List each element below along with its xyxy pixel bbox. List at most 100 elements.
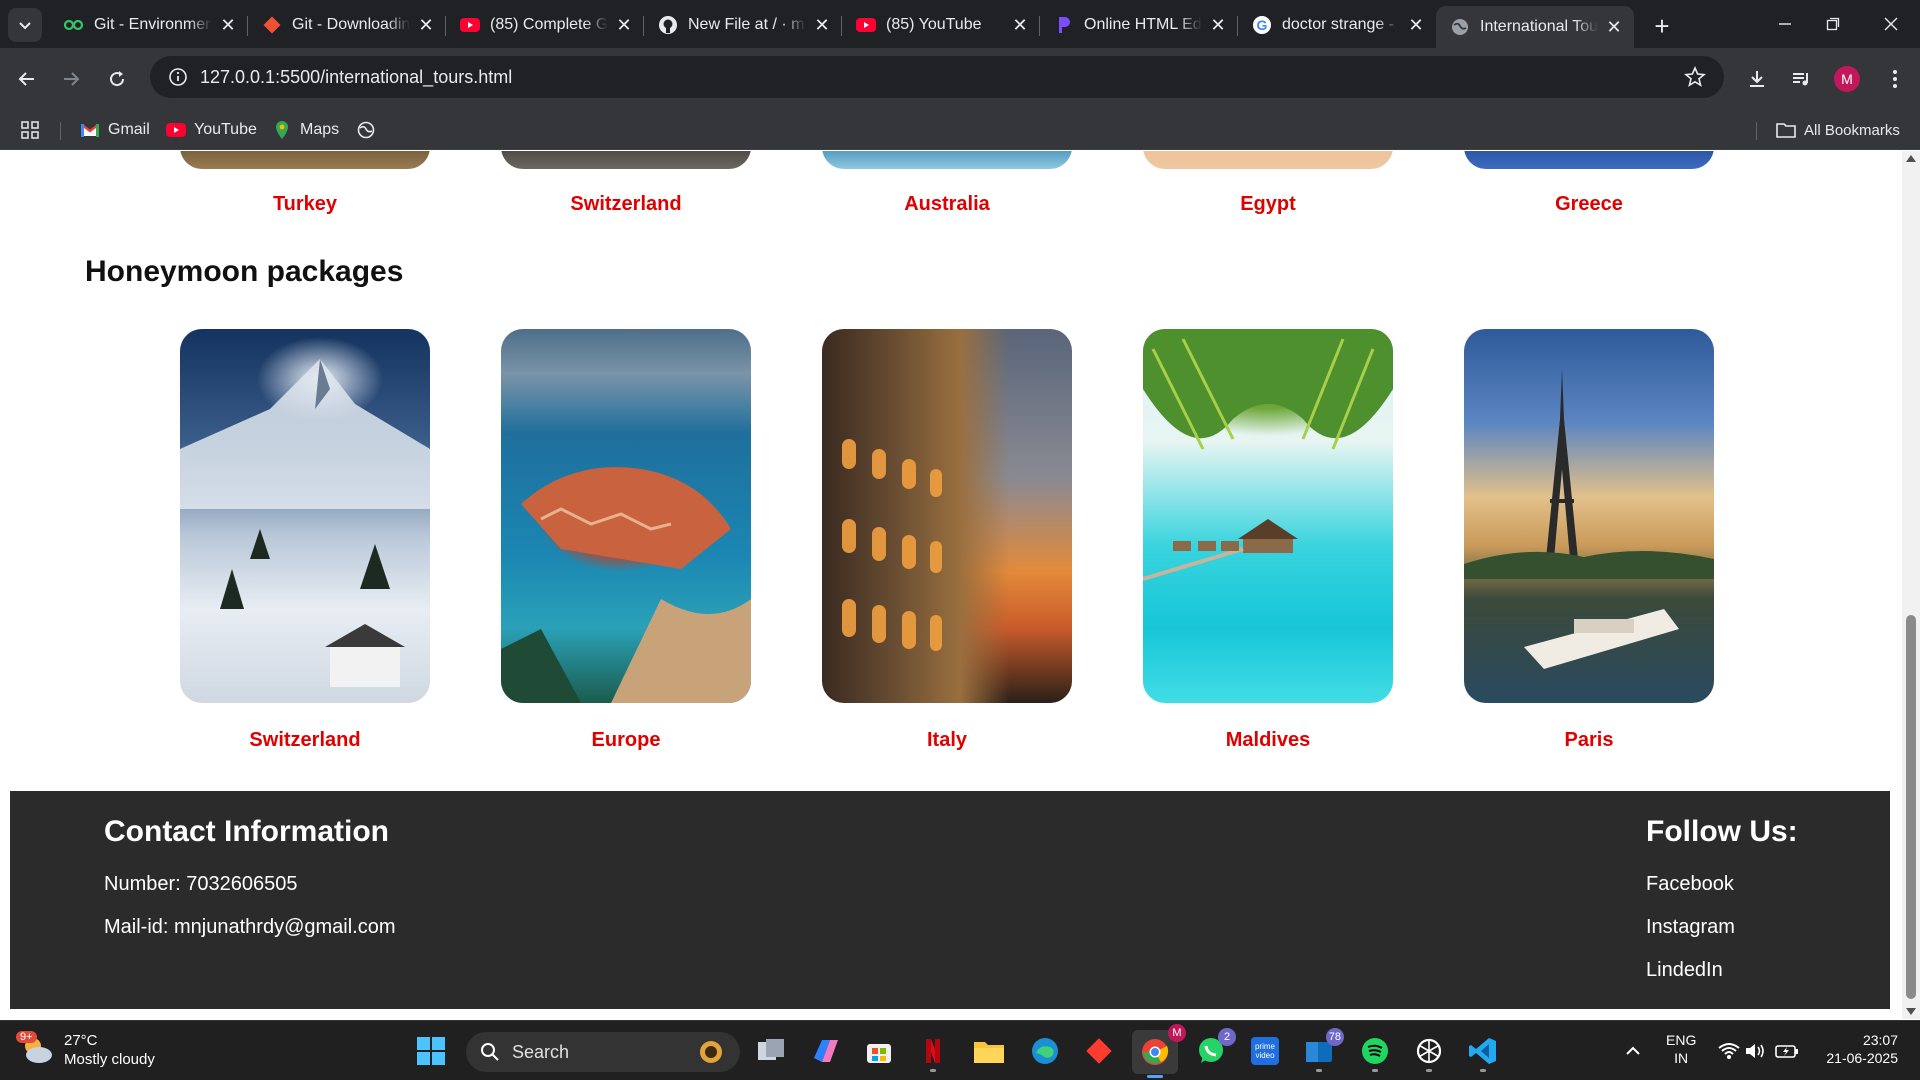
destination-card[interactable]: Switzerland xyxy=(501,151,751,216)
close-icon[interactable]: ✕ xyxy=(812,15,832,35)
task-view-icon xyxy=(758,1039,784,1060)
site-info-icon[interactable] xyxy=(156,67,200,87)
close-icon[interactable]: ✕ xyxy=(1406,15,1426,35)
weather-widget[interactable]: 9+ 27°C Mostly cloudy xyxy=(16,1031,155,1069)
address-bar[interactable]: 127.0.0.1:5500/international_tours.html xyxy=(150,56,1724,98)
instagram-link[interactable]: Instagram xyxy=(1646,916,1735,939)
back-button[interactable] xyxy=(12,64,42,94)
language-indicator[interactable]: ENG IN xyxy=(1666,1031,1696,1067)
reload-button[interactable] xyxy=(102,64,132,94)
all-bookmarks-button[interactable]: All Bookmarks xyxy=(1776,116,1900,144)
destination-card[interactable]: Greece xyxy=(1464,151,1714,216)
tab-title: doctor strange - G xyxy=(1282,16,1400,33)
forward-button[interactable] xyxy=(56,64,86,94)
restore-button[interactable] xyxy=(1810,6,1856,42)
windows-taskbar: 9+ 27°C Mostly cloudy Search M 2 prime vi… xyxy=(0,1020,1920,1080)
taskbar-search[interactable]: Search xyxy=(466,1032,740,1072)
whatsapp-button[interactable]: 2 xyxy=(1194,1028,1236,1068)
page-scrollbar[interactable] xyxy=(1902,151,1920,1019)
tab-title: Git - Environment xyxy=(94,16,212,33)
folder-icon xyxy=(1776,120,1796,140)
tab-git-environment[interactable]: Git - Environment ✕ xyxy=(50,6,248,44)
close-window-button[interactable] xyxy=(1868,6,1914,42)
tab-international-tours[interactable]: International Tours ✕ xyxy=(1436,6,1634,48)
wifi-icon xyxy=(1718,1043,1740,1059)
honeymoon-section-title: Honeymoon packages xyxy=(85,255,404,288)
destination-card[interactable]: Turkey xyxy=(180,151,430,216)
language-code: ENG xyxy=(1666,1032,1697,1048)
media-controls-button[interactable] xyxy=(1786,64,1816,94)
prime-video-button[interactable]: prime video xyxy=(1248,1034,1282,1068)
volume-icon xyxy=(1746,1044,1764,1058)
tab-search-button[interactable] xyxy=(8,8,42,42)
tab-title: (85) Complete Git xyxy=(490,16,608,33)
task-view-button[interactable] xyxy=(754,1034,788,1068)
tab-doctor-strange[interactable]: G doctor strange - G ✕ xyxy=(1238,6,1436,44)
chatgpt-button[interactable] xyxy=(1412,1034,1446,1072)
apps-button[interactable] xyxy=(20,116,48,144)
bookmark-youtube[interactable]: YouTube xyxy=(166,116,257,144)
prime-video-icon: primevideo xyxy=(1251,1037,1279,1065)
chrome-taskbar-button[interactable]: M xyxy=(1132,1024,1186,1078)
honeymoon-label: Maldives xyxy=(1225,729,1311,751)
facebook-link[interactable]: Facebook xyxy=(1646,873,1734,896)
destination-card[interactable]: Australia xyxy=(822,151,1072,216)
volume-button[interactable] xyxy=(1738,1034,1772,1068)
app-red-diamond-button[interactable] xyxy=(1082,1034,1116,1068)
tab-online-html-editor[interactable]: Online HTML Editor ✕ xyxy=(1040,6,1238,44)
destination-image xyxy=(1464,151,1714,169)
close-icon[interactable]: ✕ xyxy=(416,15,436,35)
spotify-button[interactable] xyxy=(1358,1034,1392,1072)
netflix-button[interactable] xyxy=(916,1034,950,1072)
close-icon[interactable]: ✕ xyxy=(614,15,634,35)
honeymoon-image xyxy=(501,329,751,703)
honeymoon-card[interactable]: Maldives xyxy=(1143,329,1393,752)
close-icon[interactable]: ✕ xyxy=(1010,15,1030,35)
copilot-button[interactable] xyxy=(808,1034,842,1068)
tab-new-file[interactable]: New File at / · mn ✕ xyxy=(644,6,842,44)
honeymoon-card[interactable]: Europe xyxy=(501,329,751,752)
bookmark-globe[interactable] xyxy=(356,116,384,144)
tab-git-downloading[interactable]: Git - Downloading ✕ xyxy=(248,6,446,44)
search-highlight-icon xyxy=(692,1036,730,1073)
battery-button[interactable] xyxy=(1770,1034,1804,1068)
file-explorer-button[interactable] xyxy=(972,1034,1006,1068)
cloudy-weather-icon: 9+ xyxy=(16,1031,54,1065)
downloads-button[interactable] xyxy=(1742,64,1772,94)
edge-icon xyxy=(1032,1038,1058,1064)
destination-label: Switzerland xyxy=(570,193,682,215)
honeymoon-card[interactable]: Paris xyxy=(1464,329,1714,752)
bookmark-maps[interactable]: Maps xyxy=(272,116,339,144)
show-hidden-icons-button[interactable] xyxy=(1616,1034,1650,1068)
youtube-icon xyxy=(166,120,186,140)
scrollbar-thumb[interactable] xyxy=(1906,615,1916,999)
close-icon[interactable]: ✕ xyxy=(218,15,238,35)
vscode-button[interactable] xyxy=(1466,1034,1500,1072)
tab-complete-git[interactable]: (85) Complete Git ✕ xyxy=(446,6,644,44)
close-icon[interactable]: ✕ xyxy=(1208,15,1228,35)
start-button[interactable] xyxy=(414,1034,448,1068)
vscode-icon xyxy=(1469,1038,1496,1064)
honeymoon-card[interactable]: Italy xyxy=(822,329,1072,752)
clock[interactable]: 23:07 21-06-2025 xyxy=(1814,1031,1898,1067)
forward-arrow-icon xyxy=(64,72,80,86)
new-tab-button[interactable]: + xyxy=(1648,11,1676,41)
chrome-icon xyxy=(1142,1039,1169,1065)
bookmark-gmail[interactable]: Gmail xyxy=(80,116,150,144)
scroll-up-arrow-icon[interactable] xyxy=(1906,155,1916,162)
microsoft-store-button[interactable] xyxy=(862,1034,896,1068)
minimize-button[interactable] xyxy=(1762,6,1808,42)
honeymoon-card[interactable]: Switzerland xyxy=(180,329,430,752)
svg-text:G: G xyxy=(1257,17,1268,33)
destination-card[interactable]: Egypt xyxy=(1143,151,1393,216)
edge-button[interactable] xyxy=(1028,1034,1062,1068)
profile-avatar[interactable]: M xyxy=(1834,66,1860,92)
outlook-button[interactable]: 78 xyxy=(1302,1028,1344,1072)
linkedin-link[interactable]: LindedIn xyxy=(1646,959,1723,982)
tab-youtube[interactable]: (85) YouTube ✕ xyxy=(842,6,1040,44)
bookmark-label: Gmail xyxy=(108,121,150,138)
chrome-menu-button[interactable] xyxy=(1880,64,1910,94)
close-icon[interactable]: ✕ xyxy=(1604,17,1624,37)
bookmark-star-icon[interactable] xyxy=(1684,65,1706,93)
scroll-down-arrow-icon[interactable] xyxy=(1906,1008,1916,1015)
